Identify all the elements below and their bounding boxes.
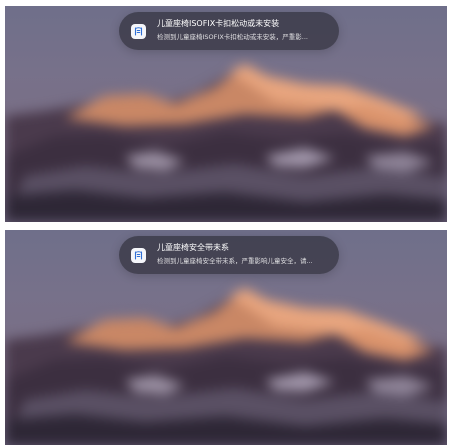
notification-banner[interactable]: 儿童座椅安全带未系 检测到儿童座椅安全带未系，严重影响儿童安全，请... xyxy=(119,236,339,274)
notification-title: 儿童座椅ISOFIX卡扣松动或未安装 xyxy=(157,19,280,28)
notification-body: 检测到儿童座椅安全带未系，严重影响儿童安全，请... xyxy=(157,257,313,265)
notification-title: 儿童座椅安全带未系 xyxy=(157,243,229,252)
screen-panel-seatbelt: 儿童座椅安全带未系 检测到儿童座椅安全带未系，严重影响儿童安全，请... xyxy=(5,230,447,445)
child-seat-app-icon xyxy=(131,248,146,263)
screen-panel-isofix: 儿童座椅ISOFIX卡扣松动或未安装 检测到儿童座椅ISOFIX卡扣松动或未安装… xyxy=(5,6,447,222)
notification-body: 检测到儿童座椅ISOFIX卡扣松动或未安装，严重影... xyxy=(157,33,308,41)
notification-banner[interactable]: 儿童座椅ISOFIX卡扣松动或未安装 检测到儿童座椅ISOFIX卡扣松动或未安装… xyxy=(119,12,339,50)
child-seat-app-icon xyxy=(131,24,146,39)
screenshot-stack: 儿童座椅ISOFIX卡扣松动或未安装 检测到儿童座椅ISOFIX卡扣松动或未安装… xyxy=(0,0,450,445)
